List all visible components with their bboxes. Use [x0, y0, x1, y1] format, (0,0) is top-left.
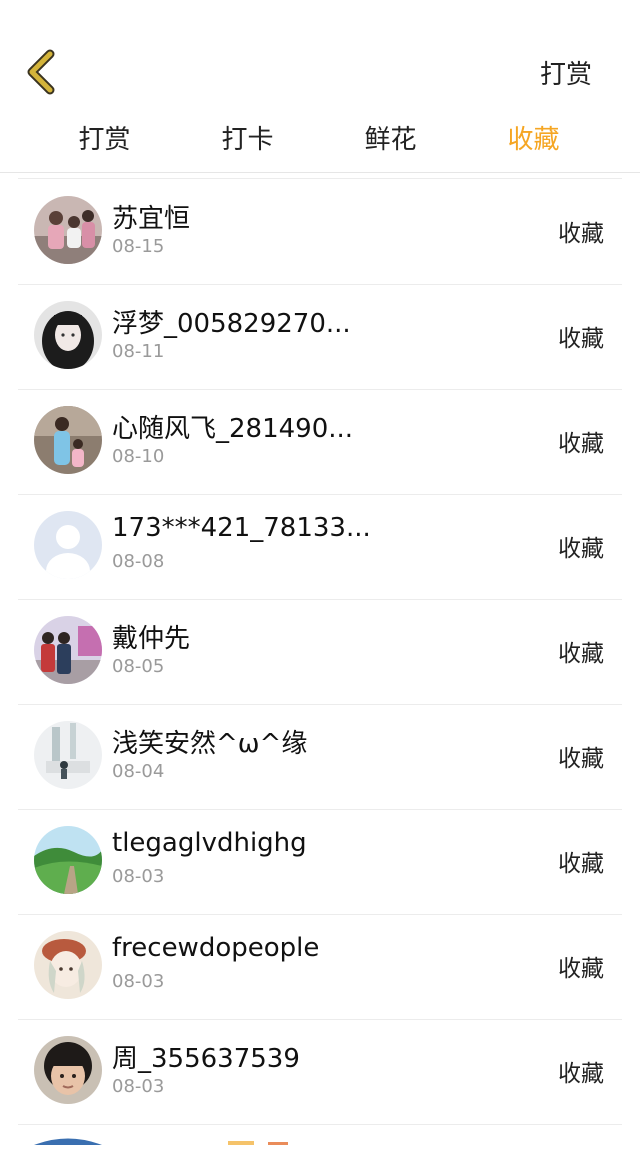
next-list-item-partial: [18, 1130, 622, 1145]
list-item[interactable]: 苏宜恒 08-15 收藏: [18, 180, 622, 285]
child-portrait-avatar: [34, 1036, 102, 1104]
list-item[interactable]: frecewdopeople 08-03 收藏: [18, 915, 622, 1020]
girl-portrait-avatar: [34, 301, 102, 369]
favorite-date: 08-04: [112, 761, 165, 782]
user-name: frecewdopeople: [112, 933, 320, 963]
favorite-label[interactable]: 收藏: [558, 214, 604, 248]
list-item[interactable]: 173***421_78133... 08-08 收藏: [18, 495, 622, 600]
back-button[interactable]: [22, 48, 62, 96]
list-item[interactable]: 浮梦_005829270... 08-11 收藏: [18, 285, 622, 390]
user-name: 浮梦_005829270...: [112, 309, 351, 339]
tab-flowers[interactable]: 鲜花: [319, 112, 462, 172]
user-name: 心随风飞_281490...: [112, 414, 354, 444]
list-item[interactable]: 周_355637539 08-03 收藏: [18, 1020, 622, 1125]
tab-checkin[interactable]: 打卡: [176, 112, 319, 172]
green-landscape-avatar: [34, 826, 102, 894]
art-illustration-avatar: [34, 721, 102, 789]
tab-reward[interactable]: 打赏: [33, 112, 176, 172]
favorite-label[interactable]: 收藏: [558, 424, 604, 458]
favorite-date: 08-05: [112, 656, 165, 677]
user-name: 苏宜恒: [112, 204, 191, 234]
favorites-list: 苏宜恒 08-15 收藏 浮梦_005829270... 08-11 收藏 心随…: [0, 172, 640, 1125]
couple-photo-avatar: [34, 616, 102, 684]
favorite-label[interactable]: 收藏: [558, 739, 604, 773]
favorite-date: 08-03: [112, 1076, 165, 1097]
list-item[interactable]: 戴仲先 08-05 收藏: [18, 600, 622, 705]
favorite-label[interactable]: 收藏: [558, 949, 604, 983]
favorite-label[interactable]: 收藏: [558, 529, 604, 563]
user-name: 173***421_78133...: [112, 513, 371, 543]
favorite-date: 08-08: [112, 551, 165, 572]
tab-favorites[interactable]: 收藏: [462, 112, 605, 172]
mother-child-avatar: [34, 406, 102, 474]
favorite-label[interactable]: 收藏: [558, 844, 604, 878]
user-name: 周_355637539: [112, 1044, 300, 1074]
favorite-label[interactable]: 收藏: [558, 319, 604, 353]
navigation-bar: 打赏: [0, 0, 640, 112]
favorite-date: 08-11: [112, 341, 165, 362]
list-item[interactable]: 浅笑安然^ω^缘 08-04 收藏: [18, 705, 622, 810]
header-reward-button[interactable]: 打赏: [540, 54, 592, 91]
list-item[interactable]: tlegaglvdhighg 08-03 收藏: [18, 810, 622, 915]
user-name: 浅笑安然^ω^缘: [112, 729, 308, 759]
user-name: 戴仲先: [112, 624, 191, 654]
chevron-left-icon: [27, 49, 55, 95]
family-photo-avatar: [34, 196, 102, 264]
favorite-date: 08-10: [112, 446, 165, 467]
favorite-label[interactable]: 收藏: [558, 1054, 604, 1088]
favorite-date: 08-15: [112, 236, 165, 257]
tab-bar: 打赏 打卡 鲜花 收藏: [0, 112, 640, 173]
favorite-date: 08-03: [112, 971, 165, 992]
cartoon-girl-avatar: [34, 931, 102, 999]
favorite-label[interactable]: 收藏: [558, 634, 604, 668]
user-name: tlegaglvdhighg: [112, 828, 307, 858]
favorite-date: 08-03: [112, 866, 165, 887]
list-item[interactable]: 心随风飞_281490... 08-10 收藏: [18, 390, 622, 495]
default-user-avatar: [34, 511, 102, 579]
